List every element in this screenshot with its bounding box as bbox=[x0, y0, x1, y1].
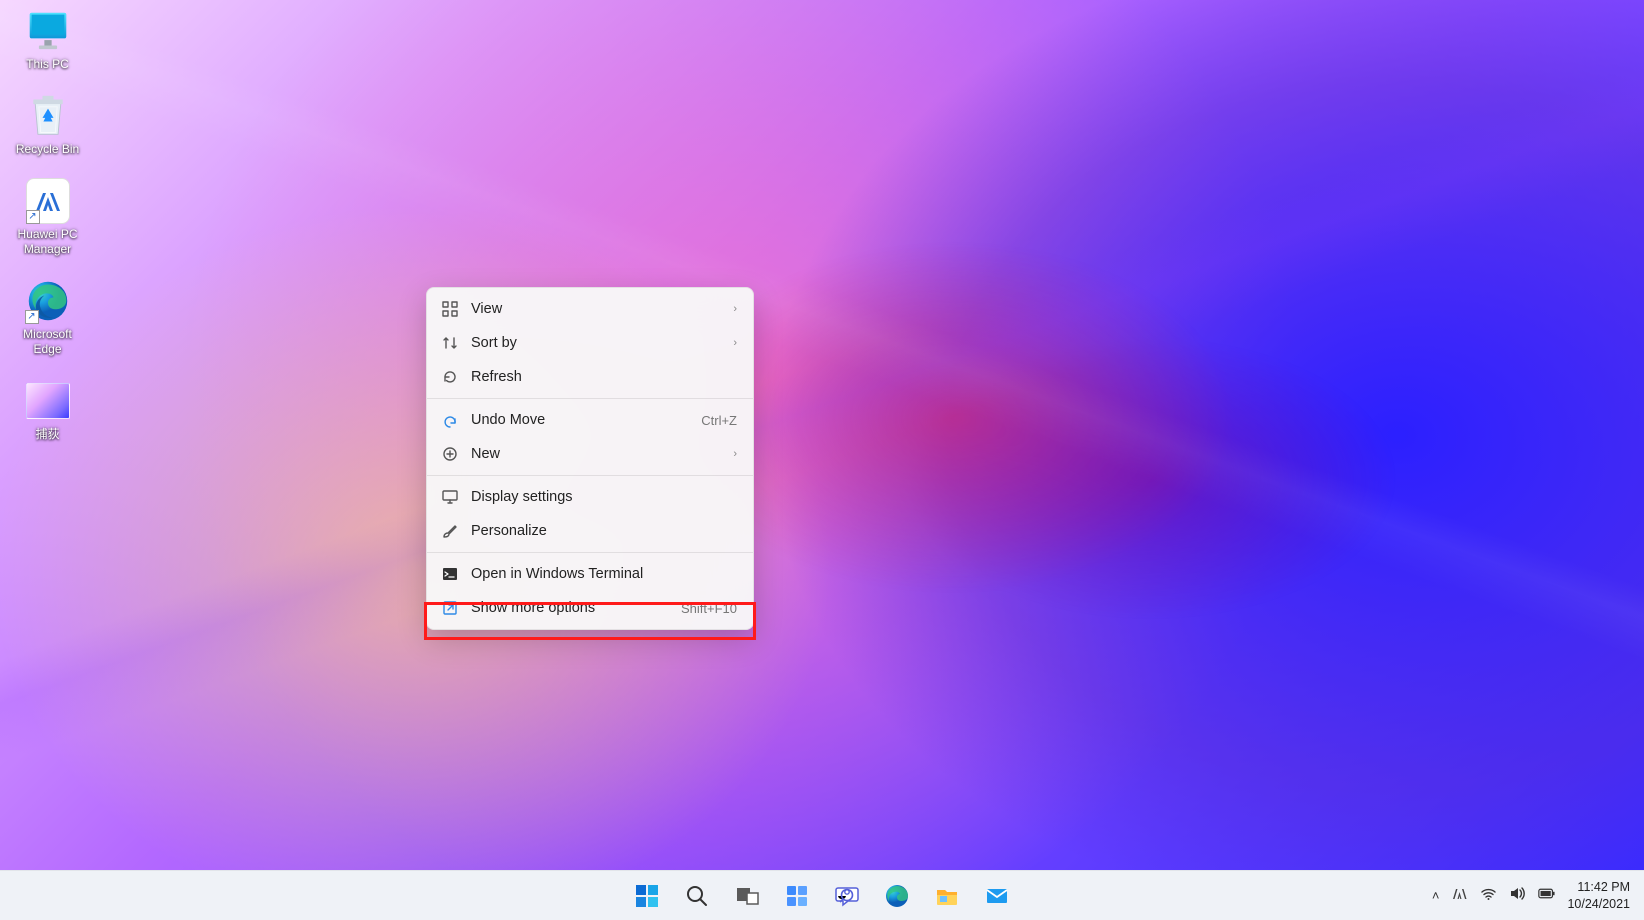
chevron-right-icon: › bbox=[733, 448, 737, 460]
menu-item-shortcut: Ctrl+Z bbox=[701, 413, 737, 428]
huawei-pc-manager-icon: ↗ bbox=[26, 179, 70, 223]
menu-item-show-more-options[interactable]: Show more options Shift+F10 bbox=[427, 591, 753, 625]
menu-item-label: Open in Windows Terminal bbox=[471, 566, 737, 582]
display-icon bbox=[441, 488, 459, 506]
menu-separator bbox=[427, 398, 753, 399]
taskbar: ˄ 11:42 PM 10/24/2021 bbox=[0, 870, 1644, 920]
desktop-icon-label: 捕荻 bbox=[35, 427, 59, 442]
edge-taskbar-button[interactable] bbox=[876, 875, 918, 917]
menu-item-view[interactable]: View › bbox=[427, 292, 753, 326]
shortcut-overlay-icon: ↗ bbox=[25, 310, 39, 324]
menu-item-open-windows-terminal[interactable]: Open in Windows Terminal bbox=[427, 557, 753, 591]
recycle-bin-icon bbox=[26, 94, 70, 138]
chat-button[interactable] bbox=[826, 875, 868, 917]
menu-item-label: Show more options bbox=[471, 600, 669, 616]
menu-item-new[interactable]: New › bbox=[427, 437, 753, 471]
widgets-button[interactable] bbox=[776, 875, 818, 917]
monitor-icon bbox=[26, 9, 70, 53]
desktop-icons-column: This PC Recycle Bin ↗ Huawei PC Manager … bbox=[5, 5, 90, 446]
huawei-tray-icon[interactable] bbox=[1451, 885, 1468, 907]
menu-separator bbox=[427, 475, 753, 476]
desktop-icon-recycle-bin[interactable]: Recycle Bin bbox=[5, 90, 90, 161]
menu-item-label: Display settings bbox=[471, 489, 737, 505]
taskbar-center-group bbox=[626, 875, 1018, 917]
undo-icon bbox=[441, 411, 459, 429]
battery-icon[interactable] bbox=[1538, 885, 1555, 907]
menu-separator bbox=[427, 552, 753, 553]
menu-item-display-settings[interactable]: Display settings bbox=[427, 480, 753, 514]
desktop-icon-capture-tool[interactable]: 捕荻 bbox=[5, 375, 90, 446]
menu-item-undo-move[interactable]: Undo Move Ctrl+Z bbox=[427, 403, 753, 437]
shortcut-overlay-icon: ↗ bbox=[26, 210, 40, 224]
desktop-icon-label: Microsoft Edge bbox=[8, 327, 88, 357]
taskbar-system-tray: ˄ 11:42 PM 10/24/2021 bbox=[1432, 871, 1634, 920]
wifi-icon[interactable] bbox=[1480, 885, 1497, 907]
desktop-icon-label: This PC bbox=[26, 57, 69, 72]
image-thumbnail-icon bbox=[26, 379, 70, 423]
menu-item-label: Undo Move bbox=[471, 412, 689, 428]
menu-item-label: Personalize bbox=[471, 523, 737, 539]
menu-item-refresh[interactable]: Refresh bbox=[427, 360, 753, 394]
chevron-right-icon: › bbox=[733, 337, 737, 349]
taskview-button[interactable] bbox=[726, 875, 768, 917]
desktop-icon-huawei-pc-manager[interactable]: ↗ Huawei PC Manager bbox=[5, 175, 90, 261]
new-icon bbox=[441, 445, 459, 463]
menu-item-label: Refresh bbox=[471, 369, 737, 385]
refresh-icon bbox=[441, 368, 459, 386]
desktop-icon-microsoft-edge[interactable]: ↗ Microsoft Edge bbox=[5, 275, 90, 361]
taskbar-clock[interactable]: 11:42 PM 10/24/2021 bbox=[1567, 879, 1634, 912]
chevron-right-icon: › bbox=[733, 303, 737, 315]
edge-icon: ↗ bbox=[26, 279, 70, 323]
desktop-context-menu: View › Sort by › Refresh Undo Move Ctrl+… bbox=[426, 287, 754, 630]
start-button[interactable] bbox=[626, 875, 668, 917]
menu-item-label: Sort by bbox=[471, 335, 721, 351]
volume-icon[interactable] bbox=[1509, 885, 1526, 907]
search-button[interactable] bbox=[676, 875, 718, 917]
expand-icon bbox=[441, 599, 459, 617]
menu-item-label: View bbox=[471, 301, 721, 317]
clock-date: 10/24/2021 bbox=[1567, 896, 1630, 912]
tray-overflow-button[interactable]: ˄ bbox=[1432, 888, 1440, 903]
menu-item-shortcut: Shift+F10 bbox=[681, 601, 737, 616]
mail-button[interactable] bbox=[976, 875, 1018, 917]
terminal-icon bbox=[441, 565, 459, 583]
grid-icon bbox=[441, 300, 459, 318]
desktop-icon-this-pc[interactable]: This PC bbox=[5, 5, 90, 76]
brush-icon bbox=[441, 522, 459, 540]
desktop-wallpaper[interactable] bbox=[0, 0, 1644, 870]
clock-time: 11:42 PM bbox=[1567, 879, 1630, 895]
menu-item-personalize[interactable]: Personalize bbox=[427, 514, 753, 548]
desktop-icon-label: Huawei PC Manager bbox=[8, 227, 88, 257]
file-explorer-button[interactable] bbox=[926, 875, 968, 917]
menu-item-label: New bbox=[471, 446, 721, 462]
sort-icon bbox=[441, 334, 459, 352]
desktop-icon-label: Recycle Bin bbox=[16, 142, 79, 157]
menu-item-sort-by[interactable]: Sort by › bbox=[427, 326, 753, 360]
